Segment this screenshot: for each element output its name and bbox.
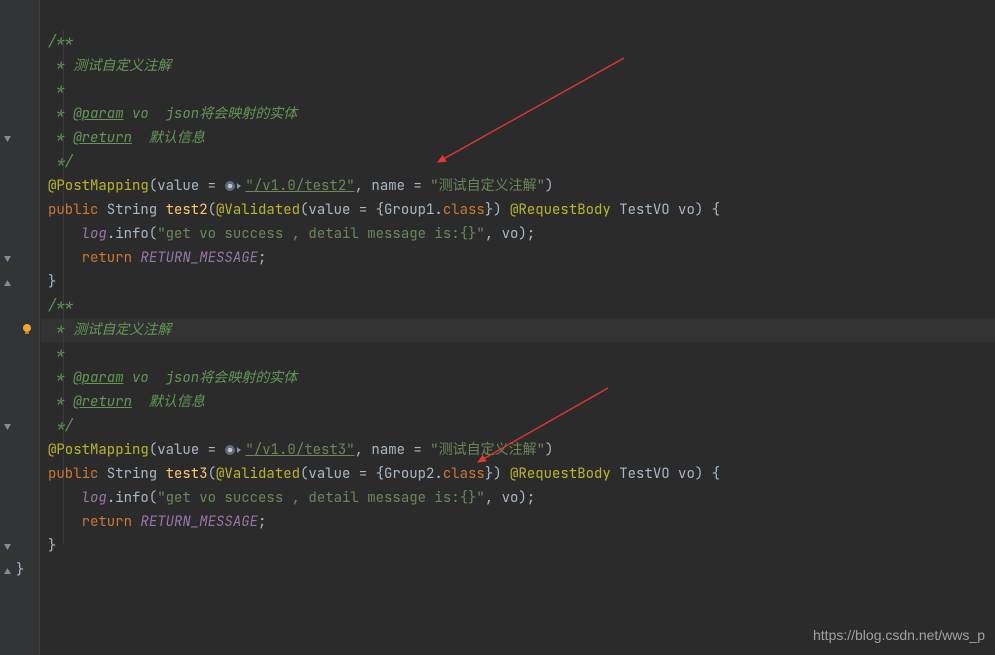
fold-marker-icon[interactable] (3, 543, 12, 552)
mapping-name: "测试自定义注解" (430, 441, 545, 459)
javadoc-param-tag: @param (73, 369, 123, 387)
closing-brace: } (48, 537, 56, 555)
browser-open-icon[interactable] (224, 444, 242, 456)
javadoc-line: */ (48, 417, 73, 435)
javadoc-line: * @return 默认信息 (48, 129, 205, 147)
javadoc-line: * 测试自定义注解 (48, 57, 171, 75)
fold-marker-icon[interactable] (3, 423, 12, 432)
mapping-name: "测试自定义注解" (430, 177, 545, 195)
fold-marker-icon[interactable] (3, 135, 12, 144)
return-line: return RETURN_MESSAGE; (48, 513, 266, 531)
postmapping-annotation: @PostMapping (48, 177, 149, 195)
javadoc-param-tag: @param (73, 105, 123, 123)
javadoc-line: /** (48, 297, 73, 315)
fold-marker-icon[interactable] (3, 255, 12, 264)
method-signature: public String test2(@Validated(value = {… (48, 201, 720, 219)
log-line: log.info("get vo success , detail messag… (48, 489, 535, 507)
closing-brace: } (48, 273, 56, 291)
javadoc-line: * 测试自定义注解 (48, 321, 171, 339)
javadoc-line: */ (48, 153, 73, 171)
javadoc-return-tag: @return (73, 393, 132, 411)
intention-bulb-icon[interactable] (20, 320, 34, 334)
javadoc-line: /** (48, 33, 73, 51)
javadoc-line: * @return 默认信息 (48, 393, 205, 411)
javadoc-line: * @param vo json将会映射的实体 (48, 105, 297, 123)
mapping-url[interactable]: "/v1.0/test3" (245, 441, 354, 459)
postmapping-annotation: @PostMapping (48, 441, 149, 459)
annotation-line: @PostMapping(value = "/v1.0/test2", name… (48, 177, 553, 195)
log-line: log.info("get vo success , detail messag… (48, 225, 535, 243)
javadoc-line: * (48, 81, 65, 99)
fold-marker-icon[interactable] (3, 567, 12, 576)
class-closing-brace: } (16, 558, 24, 582)
code-editor-content[interactable]: /** * 测试自定义注解 * * @param vo json将会映射的实体 … (48, 6, 720, 582)
javadoc-return-tag: @return (73, 129, 132, 147)
annotation-line: @PostMapping(value = "/v1.0/test3", name… (48, 441, 553, 459)
return-line: return RETURN_MESSAGE; (48, 249, 266, 267)
method-name: test2 (166, 201, 208, 219)
watermark-text: https://blog.csdn.net/wws_p (813, 623, 985, 647)
javadoc-line: * @param vo json将会映射的实体 (48, 369, 297, 387)
javadoc-line: * (48, 345, 65, 363)
mapping-url[interactable]: "/v1.0/test2" (245, 177, 354, 195)
browser-open-icon[interactable] (224, 180, 242, 192)
method-name: test3 (166, 465, 208, 483)
fold-marker-icon[interactable] (3, 279, 12, 288)
method-signature: public String test3(@Validated(value = {… (48, 465, 720, 483)
